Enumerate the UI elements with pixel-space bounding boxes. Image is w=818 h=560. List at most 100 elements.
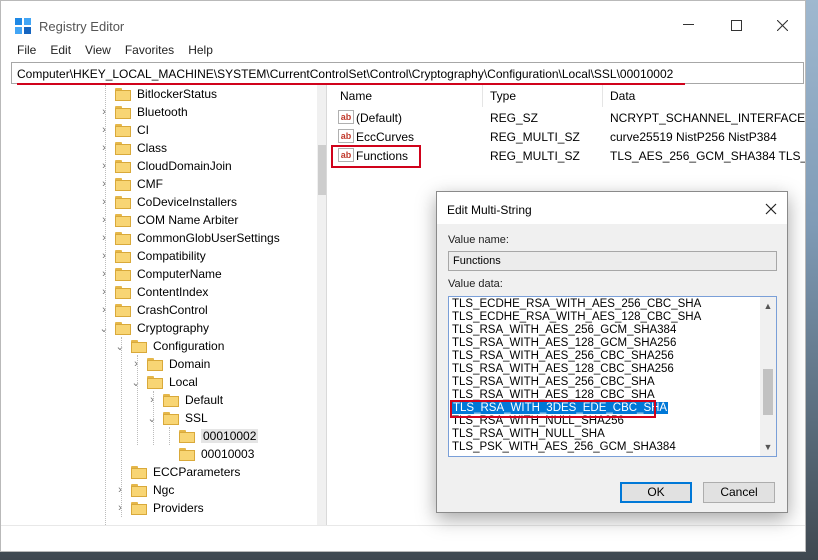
value-data-label: Value data:	[448, 278, 503, 290]
chevron-right-icon[interactable]: ›	[99, 286, 109, 298]
tree-item-label: Class	[137, 141, 168, 155]
cipher-line: TLS_ECDHE_RSA_WITH_AES_256_CBC_SHA	[452, 298, 702, 310]
tree-item[interactable]: › ContentIndex	[99, 283, 208, 301]
tree-item[interactable]: BitlockerStatus	[99, 85, 217, 103]
chevron-right-icon[interactable]: ›	[115, 484, 125, 496]
chevron-right-icon[interactable]: ›	[99, 232, 109, 244]
tree-guide-line	[121, 337, 122, 517]
value-row[interactable]: ab EccCurves REG_MULTI_SZ curve25519 NistP2…	[332, 128, 805, 146]
tree-item[interactable]: ⌄ Configuration	[115, 337, 224, 355]
minimize-icon	[682, 24, 694, 25]
scroll-down-icon[interactable]: ▼	[760, 440, 776, 454]
dialog-title: Edit Multi-String	[447, 203, 532, 217]
tree-item[interactable]: › Domain	[131, 355, 210, 373]
tree-item-label: Ngc	[153, 483, 175, 497]
chevron-right-icon[interactable]: ›	[99, 196, 109, 208]
tree-item[interactable]: › ComputerName	[99, 265, 222, 283]
menu-view[interactable]: View	[77, 40, 117, 62]
column-header-data[interactable]: Data	[610, 89, 635, 103]
tree-item[interactable]: › Class	[99, 139, 167, 157]
folder-icon	[115, 123, 131, 137]
tree-guide-line	[169, 427, 170, 445]
cancel-button[interactable]: Cancel	[703, 482, 775, 503]
tree-item[interactable]: 00010002	[163, 427, 259, 445]
chevron-right-icon[interactable]: ›	[99, 160, 109, 172]
column-separator[interactable]	[482, 85, 483, 107]
functions-highlight-box	[331, 145, 421, 168]
column-header-name[interactable]: Name	[340, 89, 372, 103]
chevron-right-icon[interactable]: ›	[99, 250, 109, 262]
tree-item[interactable]: ⌄ Local	[131, 373, 197, 391]
chevron-right-icon[interactable]: ›	[131, 358, 141, 370]
cipher-line: TLS_ECDHE_RSA_WITH_AES_128_CBC_SHA	[452, 311, 702, 323]
tree-item[interactable]: ⌄ Cryptography	[99, 319, 209, 337]
tree-item-label: ContentIndex	[137, 285, 209, 299]
value-data-scrollbar[interactable]: ▲ ▼	[760, 297, 776, 456]
menu-edit[interactable]: Edit	[42, 40, 77, 62]
tree-item[interactable]: › Bluetooth	[99, 103, 188, 121]
close-button[interactable]	[759, 12, 805, 38]
status-bar	[1, 525, 805, 551]
column-separator[interactable]	[602, 85, 603, 107]
folder-icon	[131, 465, 147, 479]
chevron-down-icon[interactable]: ⌄	[115, 340, 125, 353]
chevron-right-icon[interactable]: ›	[115, 502, 125, 514]
tree-item[interactable]: › CommonGlobUserSettings	[99, 229, 280, 247]
tree-item[interactable]: › CloudDomainJoin	[99, 157, 232, 175]
tree-item[interactable]: ⌄ SSL	[147, 409, 207, 427]
scroll-up-icon[interactable]: ▲	[760, 299, 776, 313]
maximize-button[interactable]	[713, 12, 759, 38]
chevron-right-icon[interactable]: ›	[99, 106, 109, 118]
tree-scrollbar-thumb[interactable]	[318, 145, 326, 195]
tree-item[interactable]: › CrashControl	[99, 301, 208, 319]
chevron-right-icon[interactable]: ›	[99, 124, 109, 136]
tree-item[interactable]: › Providers	[115, 499, 204, 517]
column-header-type[interactable]: Type	[490, 89, 516, 103]
cipher-line: TLS_RSA_WITH_AES_128_CBC_SHA256	[452, 363, 674, 375]
minimize-button[interactable]	[665, 12, 711, 38]
chevron-right-icon[interactable]: ›	[147, 394, 157, 406]
chevron-right-icon[interactable]: ›	[99, 304, 109, 316]
tree-guide-line	[137, 355, 138, 445]
chevron-right-icon[interactable]: ›	[99, 214, 109, 226]
folder-icon	[115, 231, 131, 245]
menu-file[interactable]: File	[9, 40, 42, 62]
chevron-down-icon[interactable]: ⌄	[131, 376, 141, 389]
tree-item[interactable]: 00010003	[163, 445, 254, 463]
menu-help[interactable]: Help	[180, 40, 219, 62]
dialog-title-bar[interactable]: Edit Multi-String	[437, 192, 787, 224]
tree-item[interactable]: › Compatibility	[99, 247, 206, 265]
tree-item[interactable]: › CMF	[99, 175, 163, 193]
value-row[interactable]: ab (Default) REG_SZ NCRYPT_SCHANNEL_INTERFA…	[332, 109, 805, 127]
tree-item[interactable]: › COM Name Arbiter	[99, 211, 238, 229]
chevron-right-icon[interactable]: ›	[99, 268, 109, 280]
cipher-line: TLS_RSA_WITH_NULL_SHA	[452, 428, 605, 440]
cipher-line: TLS_PSK_WITH_AES_256_GCM_SHA384	[452, 441, 676, 453]
ok-button[interactable]: OK	[620, 482, 692, 503]
chevron-right-icon[interactable]: ›	[99, 142, 109, 154]
cipher-line: TLS_RSA_WITH_AES_256_GCM_SHA384	[452, 324, 677, 336]
chevron-down-icon[interactable]: ⌄	[99, 322, 109, 335]
folder-icon	[163, 393, 179, 407]
value-data: TLS_AES_256_GCM_SHA384 TLS_AES_	[610, 149, 806, 163]
tree-item[interactable]: › Ngc	[115, 481, 174, 499]
menu-favorites[interactable]: Favorites	[117, 40, 180, 62]
value-data-textarea[interactable]: TLS_PSK_WITH_AES_256_GCM_SHA384 TLS_RSA_W…	[448, 296, 777, 457]
address-bar[interactable]: Computer\HKEY_LOCAL_MACHINE\SYSTEM\Curre…	[11, 62, 804, 85]
dialog-close-button[interactable]	[765, 199, 777, 220]
chevron-right-icon[interactable]: ›	[99, 178, 109, 190]
value-name-field: Functions	[448, 251, 777, 271]
title-bar[interactable]: Registry Editor	[1, 1, 805, 37]
scrollbar-thumb[interactable]	[763, 369, 773, 415]
tree-item[interactable]: › Default	[147, 391, 223, 409]
folder-icon	[147, 357, 163, 371]
value-type: REG_MULTI_SZ	[490, 130, 580, 144]
tree-item[interactable]: › CI	[99, 121, 149, 139]
key-tree: BitlockerStatus › Bluetooth › CI › Class › Cloud…	[11, 85, 327, 525]
tree-item[interactable]: ECCParameters	[115, 463, 240, 481]
tree-item[interactable]: › CoDeviceInstallers	[99, 193, 237, 211]
cipher-line: TLS_RSA_WITH_AES_256_CBC_SHA256	[452, 350, 674, 362]
chevron-down-icon[interactable]: ⌄	[147, 412, 157, 425]
folder-icon	[115, 177, 131, 191]
tree-item-label: ComputerName	[137, 267, 222, 281]
